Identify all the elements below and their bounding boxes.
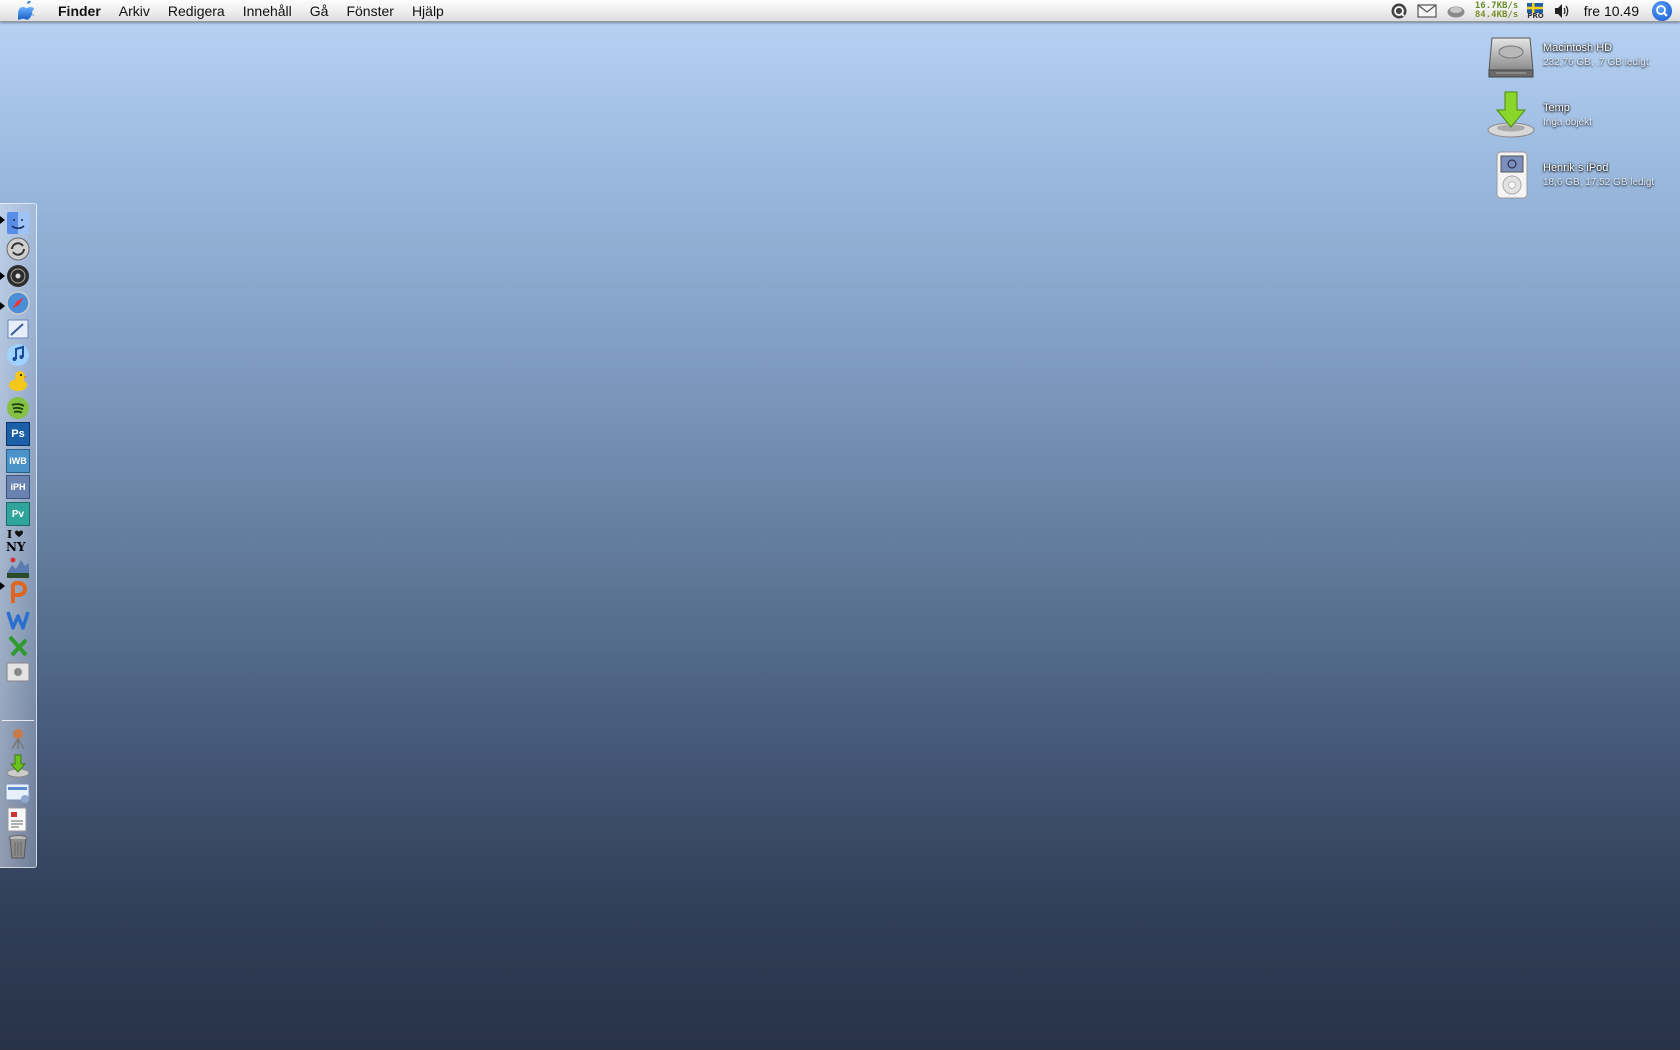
swedish-flag-icon bbox=[1527, 2, 1544, 13]
papers-stack-icon bbox=[7, 807, 27, 832]
desktop-icon-label: Temp bbox=[1543, 102, 1570, 114]
menu-fonster[interactable]: Fönster bbox=[337, 0, 402, 22]
dock-stack-papers[interactable] bbox=[4, 807, 32, 833]
spotify-icon bbox=[7, 397, 29, 419]
desktop-icon-info: 18,6 GB, 17,52 GB ledigt bbox=[1543, 177, 1655, 188]
dock-item-excel[interactable] bbox=[4, 633, 32, 659]
apple-menu-icon[interactable] bbox=[14, 0, 40, 22]
dock-item-sync[interactable] bbox=[4, 236, 32, 262]
desktop-icon-macintosh-hd[interactable]: Macintosh HD 232,76 GB, .7 GB ledigt bbox=[1486, 30, 1676, 86]
dock-item-preview[interactable]: Pv bbox=[4, 501, 32, 527]
dock-item-iphoto[interactable]: iPH bbox=[4, 474, 32, 500]
network-stack-icon bbox=[11, 729, 25, 750]
desktop-icon-info: Inga objekt bbox=[1543, 117, 1592, 128]
word-icon bbox=[6, 611, 30, 630]
dock-item-trash[interactable] bbox=[4, 834, 32, 860]
menu-hjalp[interactable]: Hjälp bbox=[403, 0, 453, 22]
menu-arkiv[interactable]: Arkiv bbox=[110, 0, 159, 22]
menu-extras: 16.7KB/s 84.4KB/s PRO fre 10.49 bbox=[1390, 0, 1672, 22]
dock-item-itunes[interactable] bbox=[4, 342, 32, 368]
running-indicator bbox=[0, 216, 5, 224]
desktop-icon-temp[interactable]: Temp Inga objekt bbox=[1486, 90, 1676, 146]
quicksilver-icon[interactable] bbox=[1390, 0, 1408, 22]
dock-item-mail[interactable] bbox=[4, 316, 32, 342]
dock-item-photoshop[interactable]: Ps bbox=[4, 421, 32, 447]
powerpoint-icon bbox=[11, 581, 28, 603]
downloads-stack-icon bbox=[6, 754, 30, 778]
desktop-icon-ipod[interactable]: Henrik s iPod 18,6 GB, 17,52 GB ledigt bbox=[1486, 150, 1676, 206]
dock-separator bbox=[2, 720, 34, 721]
iphoto-icon: iPH bbox=[6, 475, 30, 499]
menu-finder[interactable]: Finder bbox=[52, 0, 110, 22]
dock-item-activity-monitor[interactable] bbox=[4, 554, 32, 580]
i-love-ny-icon: INY bbox=[6, 528, 26, 553]
dock-item-cd[interactable] bbox=[4, 263, 32, 289]
menu-ga[interactable]: Gå bbox=[301, 0, 338, 22]
menu-bar: Finder Arkiv Redigera Innehåll Gå Fönste… bbox=[0, 0, 1680, 22]
running-indicator bbox=[0, 272, 5, 280]
desktop-icon-label: Henrik s iPod bbox=[1543, 162, 1609, 174]
ipod-icon bbox=[1486, 150, 1536, 202]
spotlight-icon bbox=[1652, 1, 1672, 21]
dock-item-system-prefs[interactable] bbox=[4, 659, 32, 685]
volume-icon[interactable] bbox=[1553, 0, 1571, 22]
dock-item-cyberduck[interactable] bbox=[4, 368, 32, 394]
dock-item-powerpoint[interactable] bbox=[4, 580, 32, 606]
documents-stack-icon bbox=[5, 783, 30, 803]
desktop-icon-label: Macintosh HD bbox=[1543, 42, 1613, 54]
finder-icon bbox=[7, 212, 29, 234]
running-indicator bbox=[0, 302, 5, 310]
input-source-menu[interactable]: PRO bbox=[1527, 0, 1544, 22]
menu-clock[interactable]: fre 10.49 bbox=[1580, 0, 1643, 22]
desktop-icon-info: 232,76 GB, .7 GB ledigt bbox=[1543, 57, 1649, 68]
dock-stack-documents[interactable] bbox=[4, 780, 32, 806]
system-prefs-icon bbox=[6, 662, 30, 682]
dock-stack-network[interactable] bbox=[4, 726, 32, 752]
downloads-folder-icon bbox=[1486, 90, 1536, 142]
flag-badge: PRO bbox=[1527, 11, 1544, 20]
network-monitor[interactable]: 16.7KB/s 84.4KB/s bbox=[1475, 0, 1518, 22]
dock-item-spotify[interactable] bbox=[4, 395, 32, 421]
photoshop-icon: Ps bbox=[6, 422, 30, 446]
iweb-icon: iWB bbox=[6, 449, 30, 473]
dock-stack-downloads[interactable] bbox=[4, 753, 32, 779]
running-indicator bbox=[0, 582, 5, 590]
sync-icon bbox=[6, 237, 30, 261]
menu-innehall[interactable]: Innehåll bbox=[234, 0, 301, 22]
dock-item-i-love-ny[interactable]: I NY bbox=[4, 527, 32, 553]
activity-monitor-icon bbox=[7, 557, 29, 578]
dock-item-finder[interactable] bbox=[4, 210, 32, 236]
preview-icon: Pv bbox=[6, 502, 30, 526]
mail-icon bbox=[7, 319, 29, 339]
net-download-rate: 84.4KB/s bbox=[1474, 10, 1519, 20]
safari-icon bbox=[6, 291, 30, 315]
svg-text:NY: NY bbox=[6, 540, 26, 553]
cyberduck-icon bbox=[9, 371, 28, 391]
dock-item-word[interactable] bbox=[4, 607, 32, 633]
hard-drive-icon bbox=[1486, 30, 1536, 82]
itunes-icon bbox=[7, 344, 29, 366]
spotlight-button[interactable] bbox=[1652, 0, 1672, 22]
excel-icon bbox=[8, 635, 28, 657]
cd-icon bbox=[7, 265, 29, 287]
menu-redigera[interactable]: Redigera bbox=[159, 0, 234, 22]
growl-icon[interactable] bbox=[1446, 0, 1466, 22]
dock-item-iweb[interactable]: iWB bbox=[4, 448, 32, 474]
trash-icon bbox=[8, 835, 28, 859]
dock: Ps iWB iPH Pv I NY bbox=[0, 203, 37, 868]
mail-icon[interactable] bbox=[1417, 0, 1437, 22]
dock-item-safari[interactable] bbox=[4, 290, 32, 316]
